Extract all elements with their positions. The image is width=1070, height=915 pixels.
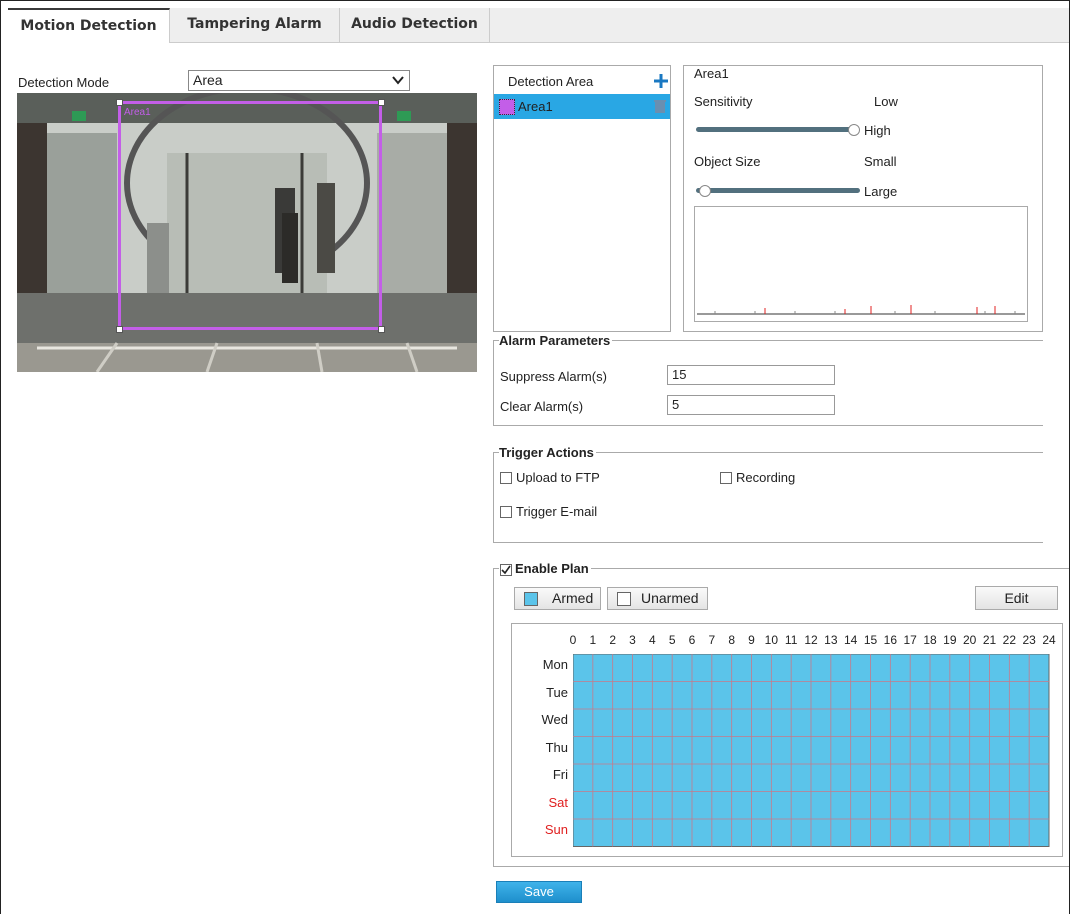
hour-label: 23 [1022, 633, 1036, 647]
tab-tampering-alarm[interactable]: Tampering Alarm [170, 8, 340, 42]
armed-swatch [524, 592, 538, 606]
resize-handle[interactable] [378, 99, 385, 106]
sensitivity-low-label: Low [874, 94, 898, 109]
area-overlay-label: Area1 [124, 107, 151, 118]
add-icon[interactable] [654, 74, 668, 88]
upload-ftp-checkbox[interactable] [500, 472, 512, 484]
unarmed-button[interactable]: Unarmed [607, 587, 708, 610]
day-label: Sat [548, 794, 568, 810]
trigger-email-checkbox[interactable] [500, 506, 512, 518]
hour-label: 15 [863, 633, 878, 647]
hour-label: 6 [688, 633, 696, 647]
hour-label: 3 [629, 633, 636, 647]
hour-label: 14 [843, 633, 858, 647]
motion-activity-graph [694, 206, 1028, 322]
object-size-small-label: Small [864, 154, 897, 169]
sensitivity-high-label: High [864, 123, 891, 138]
detection-area-header: Detection Area [508, 74, 594, 89]
hour-label: 21 [982, 633, 997, 647]
trigger-actions-legend: Trigger Actions [499, 445, 596, 460]
enable-plan-checkbox[interactable] [500, 564, 512, 576]
armed-label: Armed [552, 590, 594, 606]
clear-alarm-input[interactable]: 5 [667, 395, 835, 415]
trigger-email-label: Trigger E-mail [516, 504, 598, 519]
hour-label: 18 [923, 633, 937, 647]
area-settings-title: Area1 [694, 66, 729, 81]
hour-label: 9 [748, 633, 755, 647]
day-label: Wed [541, 712, 569, 727]
hour-label: 13 [824, 633, 838, 647]
object-size-label: Object Size [694, 154, 761, 169]
sensitivity-label: Sensitivity [694, 94, 753, 109]
suppress-alarm-label: Suppress Alarm(s) [500, 369, 607, 384]
chevron-down-icon [392, 76, 404, 85]
sensitivity-slider[interactable] [696, 127, 854, 132]
recording-checkbox[interactable] [720, 472, 732, 484]
area-list-item[interactable]: Area1 [494, 94, 670, 119]
detection-mode-select[interactable]: Area [188, 70, 410, 91]
hour-label: 8 [728, 633, 735, 647]
hour-label: 20 [962, 633, 977, 647]
recording-label: Recording [736, 470, 796, 485]
alarm-parameters-legend: Alarm Parameters [499, 333, 613, 348]
day-label: Thu [545, 739, 568, 755]
tab-motion-detection[interactable]: Motion Detection [8, 8, 170, 43]
hour-label: 1 [589, 633, 597, 647]
area-list-item-label: Area1 [518, 99, 553, 114]
hour-label: 22 [1002, 633, 1016, 647]
object-size-slider[interactable] [696, 188, 860, 193]
object-size-slider-handle[interactable] [699, 185, 711, 197]
save-button[interactable]: Save [496, 881, 582, 903]
hour-label: 19 [943, 633, 957, 647]
sensitivity-slider-handle[interactable] [848, 124, 860, 136]
day-label: Sun [544, 822, 568, 837]
hour-label: 0 [569, 633, 577, 647]
day-label: Mon [542, 657, 568, 672]
day-label: Tue [546, 684, 568, 700]
detection-mode-value: Area [193, 72, 223, 88]
day-label: Fri [552, 767, 568, 782]
hour-label: 5 [668, 633, 676, 647]
detection-mode-label: Detection Mode [18, 75, 110, 90]
schedule-grid[interactable] [573, 654, 1050, 847]
hour-label: 7 [708, 633, 716, 647]
suppress-alarm-input[interactable]: 15 [667, 365, 835, 385]
hour-label: 16 [883, 633, 897, 647]
resize-handle[interactable] [116, 326, 123, 333]
area-settings-panel: Area1 Sensitivity Low High Object Size S… [683, 65, 1043, 332]
enable-plan-legend: Enable Plan [499, 561, 591, 576]
trigger-actions-group [493, 452, 1043, 543]
video-preview[interactable]: Area1 [17, 93, 477, 372]
hour-label: 12 [804, 633, 818, 647]
unarmed-label: Unarmed [641, 590, 699, 606]
hour-label: 4 [648, 633, 656, 647]
object-size-large-label: Large [864, 184, 898, 199]
tab-audio-detection[interactable]: Audio Detection [340, 8, 490, 42]
area-color-swatch [499, 99, 515, 115]
hour-label: 17 [903, 633, 917, 647]
checkmark-icon [501, 565, 511, 575]
armed-button[interactable]: Armed [514, 587, 601, 610]
resize-handle[interactable] [378, 326, 385, 333]
hour-label: 10 [764, 633, 778, 647]
unarmed-swatch [617, 592, 631, 606]
tab-bar: Motion Detection Tampering Alarm Audio D… [8, 8, 1069, 43]
resize-handle[interactable] [116, 99, 123, 106]
hour-label: 24 [1042, 633, 1056, 647]
upload-ftp-label: Upload to FTP [516, 470, 600, 485]
delete-icon[interactable] [654, 99, 666, 113]
clear-alarm-label: Clear Alarm(s) [500, 399, 584, 414]
detection-area-list: Detection Area Area1 [493, 65, 671, 332]
detection-area-rectangle[interactable] [118, 101, 382, 330]
hour-label: 11 [784, 633, 798, 647]
edit-button[interactable]: Edit [975, 586, 1058, 610]
hour-label: 2 [609, 633, 616, 647]
